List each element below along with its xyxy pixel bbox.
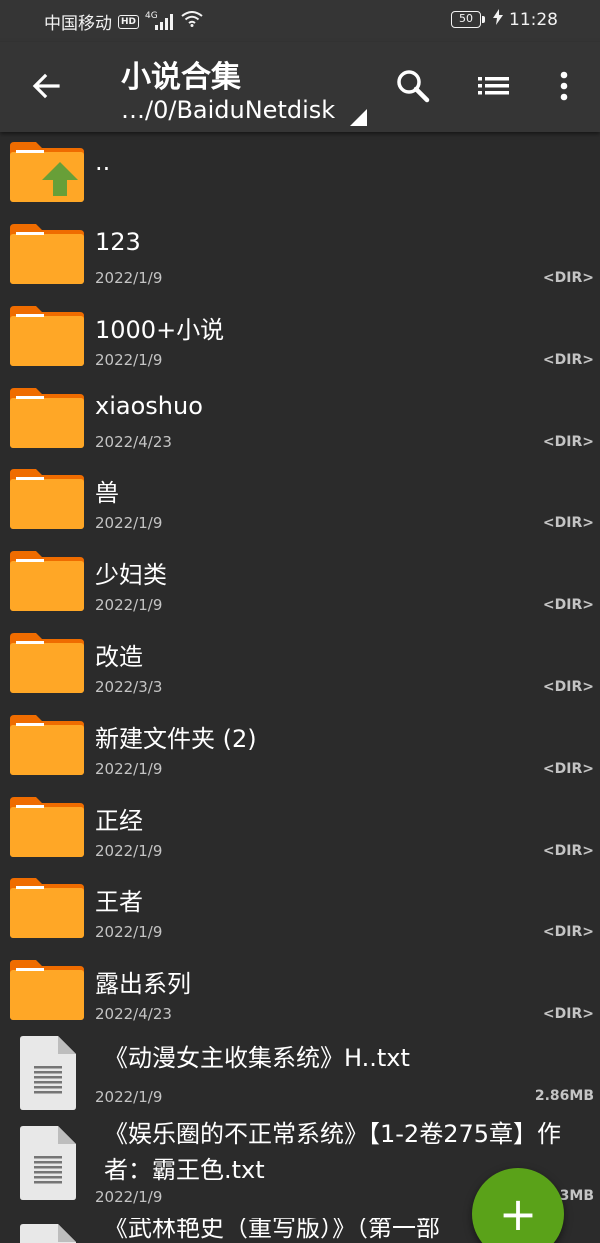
- folder-row[interactable]: 正经 2022/1/9 <DIR>: [0, 787, 600, 869]
- dir-tag: <DIR>: [542, 843, 594, 859]
- folder-name: 少妇类: [95, 561, 167, 589]
- folder-row[interactable]: xiaoshuo 2022/4/23 <DIR>: [0, 378, 600, 460]
- status-left: 中国移动 HD 4G: [44, 9, 203, 34]
- folder-name: 王者: [95, 888, 143, 916]
- dir-tag: <DIR>: [542, 679, 594, 695]
- folder-row[interactable]: 1000+小说 2022/1/9 <DIR>: [0, 296, 600, 378]
- dir-tag: <DIR>: [542, 434, 594, 450]
- file-date: 2022/1/9: [95, 1188, 163, 1206]
- folder-row[interactable]: 改造 2022/3/3 <DIR>: [0, 623, 600, 705]
- list-view-icon[interactable]: [474, 66, 514, 106]
- folder-date: 2022/4/23: [95, 433, 172, 451]
- file-name: 《动漫女主收集系统》H..txt: [104, 1044, 410, 1072]
- text-file-icon: [20, 1036, 76, 1110]
- app-toolbar: 小说合集 …/0/BaiduNetdisk: [0, 42, 600, 132]
- wifi-icon: [181, 11, 203, 32]
- file-row[interactable]: 《动漫女主收集系统》H..txt 2022/1/9 2.86MB: [0, 1032, 600, 1118]
- dir-tag: <DIR>: [542, 515, 594, 531]
- status-bar: 中国移动 HD 4G 50 11:28: [0, 0, 600, 42]
- folder-row[interactable]: 123 2022/1/9 <DIR>: [0, 214, 600, 296]
- folder-name: 新建文件夹 (2): [95, 725, 257, 753]
- clock: 11:28: [509, 9, 558, 30]
- folder-date: 2022/1/9: [95, 760, 163, 778]
- plus-icon: +: [498, 1187, 538, 1241]
- parent-folder-row[interactable]: ..: [0, 132, 600, 214]
- folder-icon: [10, 960, 84, 1020]
- folder-name: xiaoshuo: [95, 392, 203, 420]
- folder-icon: [10, 878, 84, 938]
- back-arrow-icon[interactable]: [28, 68, 64, 104]
- folder-icon: [10, 715, 84, 775]
- dir-tag: <DIR>: [542, 761, 594, 777]
- dir-tag: <DIR>: [542, 270, 594, 286]
- folder-icon: [10, 306, 84, 366]
- dir-tag: <DIR>: [542, 1006, 594, 1022]
- folder-icon: [10, 224, 84, 284]
- network-type: 4G: [145, 10, 158, 21]
- folder-name: 露出系列: [95, 970, 191, 998]
- folder-icon: [10, 633, 84, 693]
- path-selector[interactable]: …/0/BaiduNetdisk: [121, 96, 335, 124]
- dropdown-triangle-icon[interactable]: [350, 109, 367, 126]
- signal-icon: 4G: [145, 10, 175, 30]
- search-icon[interactable]: [393, 66, 433, 106]
- folder-date: 2022/1/9: [95, 596, 163, 614]
- parent-folder-label: ..: [95, 148, 111, 176]
- text-file-icon: [20, 1126, 76, 1200]
- file-size: 2.86MB: [534, 1088, 594, 1104]
- folder-name: 正经: [95, 807, 143, 835]
- folder-icon: [10, 797, 84, 857]
- folder-icon: [10, 388, 84, 448]
- folder-name: 1000+小说: [95, 316, 225, 344]
- folder-name: 改造: [95, 643, 143, 671]
- folder-icon: [10, 551, 84, 611]
- hd-badge: HD: [118, 14, 140, 29]
- folder-row[interactable]: 新建文件夹 (2) 2022/1/9 <DIR>: [0, 705, 600, 787]
- folder-icon: [10, 469, 84, 529]
- folder-date: 2022/4/23: [95, 1005, 172, 1023]
- folder-date: 2022/1/9: [95, 842, 163, 860]
- folder-row[interactable]: 兽 2022/1/9 <DIR>: [0, 459, 600, 541]
- folder-row[interactable]: 露出系列 2022/4/23 <DIR>: [0, 950, 600, 1032]
- dir-tag: <DIR>: [542, 924, 594, 940]
- status-right: 50 11:28: [451, 9, 558, 30]
- folder-row[interactable]: 王者 2022/1/9 <DIR>: [0, 868, 600, 950]
- add-fab-button[interactable]: +: [472, 1168, 564, 1243]
- file-date: 2022/1/9: [95, 1088, 163, 1106]
- charging-icon: [493, 9, 503, 30]
- dir-tag: <DIR>: [542, 352, 594, 368]
- carrier-name: 中国移动: [44, 14, 112, 34]
- more-icon[interactable]: [544, 66, 584, 106]
- battery-icon: 50: [451, 11, 485, 28]
- folder-up-icon: [10, 142, 84, 202]
- file-size: 3MB: [559, 1188, 594, 1204]
- folder-date: 2022/1/9: [95, 269, 163, 287]
- folder-date: 2022/1/9: [95, 923, 163, 941]
- folder-date: 2022/3/3: [95, 678, 163, 696]
- folder-name: 兽: [95, 479, 119, 507]
- folder-title: 小说合集: [121, 60, 241, 95]
- folder-date: 2022/1/9: [95, 514, 163, 532]
- folder-row[interactable]: 少妇类 2022/1/9 <DIR>: [0, 541, 600, 623]
- folder-date: 2022/1/9: [95, 351, 163, 369]
- folder-name: 123: [95, 228, 141, 256]
- text-file-icon: [20, 1224, 76, 1243]
- dir-tag: <DIR>: [542, 597, 594, 613]
